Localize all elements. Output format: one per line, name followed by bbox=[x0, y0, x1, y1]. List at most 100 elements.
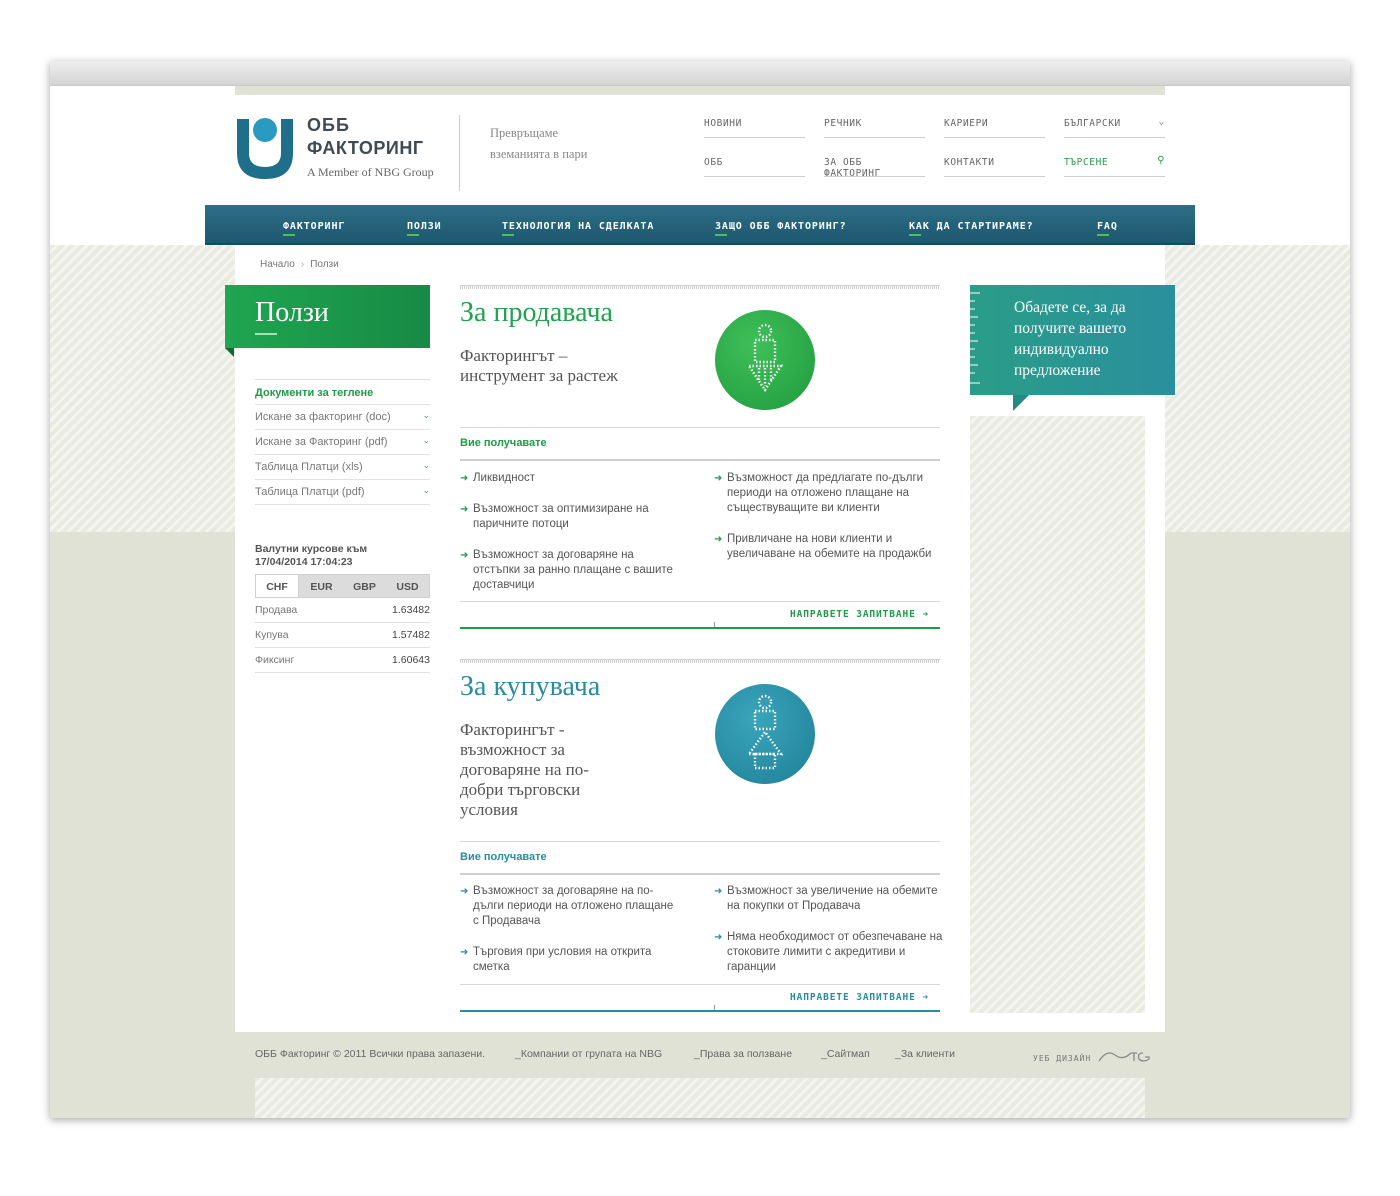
footer-link-terms[interactable]: Права за ползване bbox=[694, 1048, 792, 1060]
logo-icon bbox=[237, 118, 293, 179]
seller-circle bbox=[715, 310, 815, 410]
buyer-cta-line bbox=[460, 1010, 940, 1012]
arrow-right-icon: ➜ bbox=[714, 473, 723, 484]
arrow-right-icon: ➜ bbox=[714, 534, 723, 545]
buyer-subtitle: Факторингът - възможност за договаряне н… bbox=[460, 720, 589, 819]
brand-member-text: A Member of NBG Group bbox=[307, 165, 434, 179]
top-link-glossary[interactable]: РЕЧНИК bbox=[824, 118, 925, 138]
top-link-news[interactable]: НОВИНИ bbox=[704, 118, 805, 138]
fx-tab-chf[interactable]: CHF bbox=[256, 575, 299, 597]
seller-inquiry-button[interactable]: НАПРАВЕТЕ ЗАПИТВАНЕ ➜ bbox=[790, 609, 929, 620]
buyer-benefit: ➜ Възможност за увеличение на обемите на… bbox=[714, 884, 944, 914]
seller-benefit-text: Ликвидност bbox=[473, 472, 536, 484]
divider bbox=[460, 459, 940, 461]
top-link-ubb[interactable]: ОББ bbox=[704, 157, 805, 177]
buyer-benefit-text: Възможност за увеличение на обемите на п… bbox=[727, 885, 938, 912]
callout-tail bbox=[1013, 395, 1029, 411]
tagline: Превръщаме вземанията в пари bbox=[490, 126, 588, 161]
footer-link-label: Компании от групата на NBG bbox=[520, 1048, 663, 1060]
seller-benefit-text: Възможност да предлагате по-дълги период… bbox=[727, 472, 924, 514]
page-frame: ОББ ФАКТОРИНГ A Member of NBG Group Прев… bbox=[50, 61, 1350, 1118]
arrow-right-icon: ➜ bbox=[460, 550, 469, 561]
seller-benefit-text: Възможност за договаряне на отстъпки за … bbox=[473, 549, 673, 591]
footer-link-label: За клиенти bbox=[900, 1048, 955, 1060]
fx-tabs: CHF EUR GBP USD bbox=[255, 574, 430, 598]
footer-link-label: Права за ползване bbox=[699, 1048, 793, 1060]
search-input[interactable]: ТЪРСЕНЕ ⚲ bbox=[1064, 155, 1165, 177]
brand-name-line2: ФАКТОРИНГ bbox=[307, 138, 424, 158]
footer-link-clients[interactable]: За клиенти bbox=[895, 1048, 955, 1060]
bottom-pattern bbox=[255, 1078, 1145, 1118]
fx-row-label: Купува bbox=[255, 629, 289, 641]
breadcrumb-home[interactable]: Начало bbox=[260, 259, 295, 270]
nav-item-why[interactable]: ЗАЩО ОББ ФАКТОРИНГ? bbox=[715, 221, 847, 236]
nav-item-technology[interactable]: ТЕХНОЛОГИЯ НА СДЕЛКАТА bbox=[502, 221, 654, 236]
arrow-right-icon: ➜ bbox=[460, 473, 469, 484]
seller-subtitle: Факторингът – инструмент за растеж bbox=[460, 346, 618, 385]
chevron-down-icon: ⌄ bbox=[1158, 116, 1165, 127]
doc-item-label: Таблица Платци (pdf) bbox=[255, 486, 365, 498]
doc-item[interactable]: Таблица Платци (pdf) ⌄ bbox=[255, 479, 430, 504]
footer-link-sitemap[interactable]: Сайтмап bbox=[821, 1048, 870, 1060]
section-title-fold bbox=[225, 348, 234, 357]
top-link-careers[interactable]: КАРИЕРИ bbox=[944, 118, 1045, 138]
seller-benefit: ➜ Възможност да предлагате по-дълги пери… bbox=[714, 471, 944, 516]
divider bbox=[460, 841, 940, 842]
buyer-benefit: ➜ Няма необходимост от обезпечаване на с… bbox=[714, 930, 944, 975]
top-link-contacts[interactable]: КОНТАКТИ bbox=[944, 157, 1045, 177]
buyer-benefit-text: Възможност за договаряне на по-дълги пер… bbox=[473, 885, 674, 927]
fx-row-label: Продава bbox=[255, 604, 298, 616]
breadcrumb: Начало › Ползи bbox=[260, 259, 339, 270]
header-divider bbox=[459, 115, 460, 191]
nav-item-faq[interactable]: FAQ bbox=[1097, 221, 1118, 236]
doc-item[interactable]: Таблица Платци (xls) ⌄ bbox=[255, 454, 430, 479]
chevron-down-icon: ⌄ bbox=[422, 410, 430, 420]
buyer-circle bbox=[715, 684, 815, 784]
buyer-benefit: ➜ Търговия при условия на открита сметка bbox=[460, 945, 675, 975]
fx-tab-eur[interactable]: EUR bbox=[300, 575, 343, 597]
seller-benefit-text: Възможност за оптимизиране на паричните … bbox=[473, 503, 649, 530]
doc-item-label: Таблица Платци (xls) bbox=[255, 461, 363, 473]
logo[interactable]: ОББ ФАКТОРИНГ A Member of NBG Group bbox=[235, 113, 455, 193]
buyer-inquiry-button[interactable]: НАПРАВЕТЕ ЗАПИТВАНЕ ➜ bbox=[790, 992, 929, 1003]
web-design-credit[interactable]: УЕБ ДИЗАЙН bbox=[1033, 1047, 1157, 1065]
section-divider bbox=[460, 285, 940, 289]
doc-item[interactable]: Искане за Факторинг (pdf) ⌄ bbox=[255, 429, 430, 454]
seller-benefit-text: Привличане на нови клиенти и увеличаване… bbox=[727, 533, 932, 560]
footer-link-nbg[interactable]: Компании от групата на NBG bbox=[515, 1048, 662, 1060]
right-column-pattern bbox=[970, 416, 1145, 1013]
top-link-about[interactable]: ЗА ОББ ФАКТОРИНГ bbox=[824, 157, 925, 179]
fx-heading-date: 17/04/2014 17:04:23 bbox=[255, 556, 353, 568]
fx-row: Фиксинг 1.60643 bbox=[255, 648, 430, 673]
section-divider bbox=[460, 659, 940, 663]
seller-inquiry-label: НАПРАВЕТЕ ЗАПИТВАНЕ bbox=[790, 609, 916, 620]
callout-text[interactable]: Обадете се, за да получите вашето индиви… bbox=[1014, 297, 1164, 381]
web-design-label: УЕБ ДИЗАЙН bbox=[1033, 1054, 1092, 1063]
buyer-arrow-up-icon bbox=[746, 694, 784, 770]
fx-tab-gbp[interactable]: GBP bbox=[343, 575, 386, 597]
fx-row-value: 1.60643 bbox=[392, 654, 430, 666]
language-select[interactable]: БЪЛГАРСКИ ⌄ bbox=[1064, 116, 1165, 138]
language-select-value: БЪЛГАРСКИ bbox=[1064, 118, 1121, 129]
seller-cta-line bbox=[460, 627, 940, 629]
doc-item-label: Искане за факторинг (doc) bbox=[255, 411, 391, 423]
seller-receive-heading: Вие получавате bbox=[460, 437, 547, 449]
divider bbox=[460, 601, 940, 602]
background-pattern-right bbox=[1165, 245, 1350, 532]
fx-row: Купува 1.57482 bbox=[255, 623, 430, 648]
doc-item[interactable]: Искане за факторинг (doc) ⌄ bbox=[255, 404, 430, 429]
nav-item-start[interactable]: КАК ДА СТАРТИРАМЕ? bbox=[909, 221, 1034, 236]
search-icon[interactable]: ⚲ bbox=[1157, 155, 1165, 166]
arrow-right-icon: ➜ bbox=[460, 886, 469, 897]
buyer-benefit: ➜ Възможност за договаряне на по-дълги п… bbox=[460, 884, 675, 929]
nav-item-benefits[interactable]: ПОЛЗИ bbox=[407, 221, 442, 236]
docs-divider bbox=[255, 504, 430, 505]
fx-tab-usd[interactable]: USD bbox=[386, 575, 429, 597]
nav-item-factoring[interactable]: ФАКТОРИНГ bbox=[283, 221, 345, 236]
docs-heading: Документи за теглене bbox=[255, 379, 430, 399]
seller-benefit: ➜ Възможност за договаряне на отстъпки з… bbox=[460, 548, 675, 593]
background-pattern-left bbox=[50, 245, 235, 532]
seller-benefit: ➜ Ликвидност bbox=[460, 471, 675, 486]
buyer-receive-heading: Вие получавате bbox=[460, 851, 547, 863]
seller-benefit: ➜ Привличане на нови клиенти и увеличава… bbox=[714, 532, 944, 562]
